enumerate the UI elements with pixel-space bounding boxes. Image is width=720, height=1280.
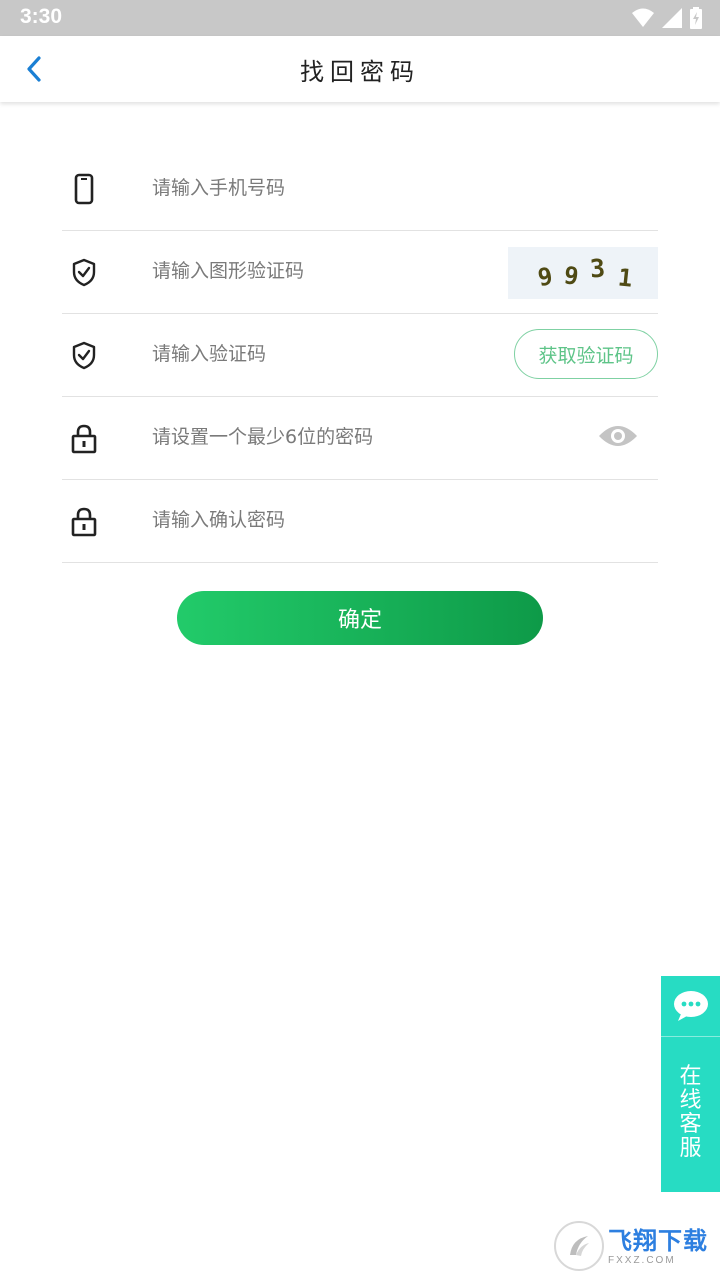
wifi-icon (632, 8, 654, 27)
phone-icon (74, 173, 94, 205)
password-input[interactable] (152, 419, 482, 455)
cell-signal-icon (662, 8, 682, 28)
password-row (62, 397, 658, 480)
sms-code-row: 获取验证码 (62, 314, 658, 397)
confirm-password-input[interactable] (152, 502, 482, 538)
toggle-password-visibility-button[interactable] (598, 422, 638, 450)
page-title: 找回密码 (300, 58, 420, 86)
online-service-label: 在线客服 (679, 1064, 702, 1161)
phone-row (62, 148, 658, 231)
watermark-emblem-icon (554, 1221, 604, 1271)
reset-password-form: 9 9 3 1 获取验证码 (62, 148, 658, 563)
watermark-main-text: 飞翔下载 (608, 1226, 708, 1255)
confirm-password-row (62, 480, 658, 563)
get-code-button[interactable]: 获取验证码 (514, 329, 658, 379)
eye-icon (599, 426, 637, 446)
shield-check-icon (72, 341, 96, 370)
app-bar: 找回密码 (0, 36, 720, 102)
lock-icon (71, 424, 97, 454)
captcha-image[interactable]: 9 9 3 1 (508, 247, 658, 299)
sms-code-input[interactable] (152, 336, 482, 372)
phone-input[interactable] (152, 170, 482, 206)
captcha-digit: 9 (535, 261, 555, 293)
lock-icon (71, 507, 97, 537)
chat-bubble-icon (673, 991, 708, 1021)
status-icons (632, 7, 702, 29)
image-code-row: 9 9 3 1 (62, 231, 658, 314)
captcha-digit: 1 (616, 263, 634, 293)
shield-check-icon (72, 258, 96, 287)
online-service-widget[interactable]: 在线客服 (661, 976, 720, 1192)
captcha-digit: 9 (562, 261, 581, 291)
watermark-logo: 飞翔下载 FXXZ.COM (554, 1220, 712, 1272)
image-code-input[interactable] (152, 253, 482, 289)
status-time: 3:30 (20, 5, 63, 28)
battery-icon (690, 7, 702, 29)
captcha-digit: 3 (589, 253, 607, 284)
confirm-button[interactable]: 确定 (177, 591, 543, 645)
status-bar: 3:30 (0, 0, 720, 36)
cs-icon-area (661, 976, 720, 1037)
watermark-sub-text: FXXZ.COM (608, 1254, 676, 1266)
